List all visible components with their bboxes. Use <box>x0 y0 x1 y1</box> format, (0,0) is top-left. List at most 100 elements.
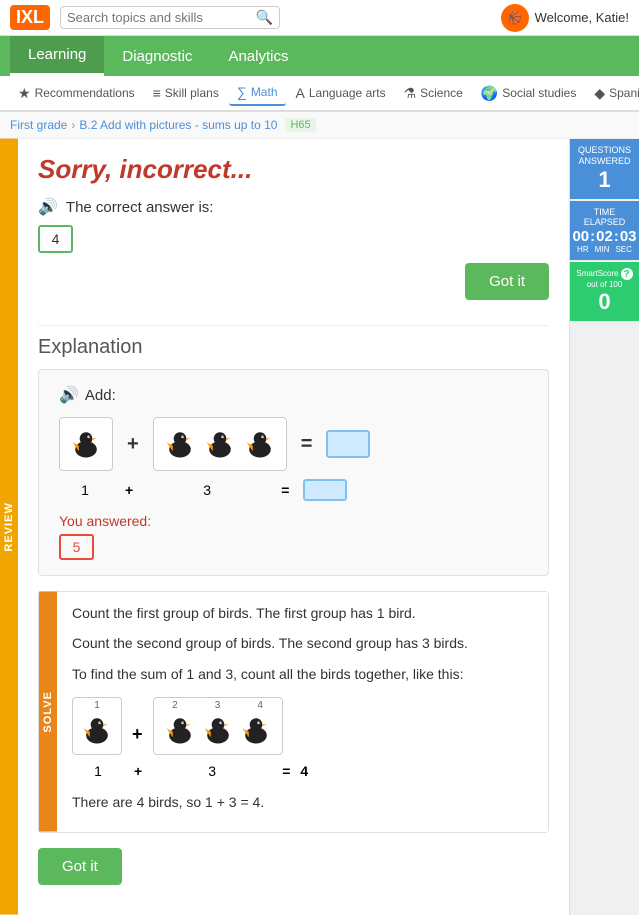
sec-label: SEC <box>615 245 631 254</box>
breadcrumb: First grade › B.2 Add with pictures - su… <box>0 112 639 139</box>
count-equals: = <box>281 482 289 498</box>
subject-tab-label: Skill plans <box>165 86 219 100</box>
speaker-icon[interactable]: 🔊 <box>38 197 58 217</box>
bird-num-3: 3 <box>215 700 221 711</box>
breadcrumb-skill-name[interactable]: B.2 Add with pictures - sums up to 10 <box>79 118 277 132</box>
your-answer-value: 5 <box>59 534 94 560</box>
count-eq-equals: = <box>282 763 290 779</box>
counting-birds-row: 1 + <box>72 697 533 755</box>
smart-score-box: SmartScore ? out of 100 0 <box>570 262 639 321</box>
you-answered-section: You answered: 5 <box>59 513 528 560</box>
avatar: 🏀 <box>501 4 529 32</box>
breadcrumb-separator: › <box>71 118 75 132</box>
main-area: review Sorry, incorrect... 🔊 The correct… <box>0 139 639 915</box>
search-icon: 🔍 <box>256 9 273 26</box>
smart-score-header: SmartScore ? <box>574 268 635 280</box>
right-panel: Questions answered 1 Time elapsed 00 : 0… <box>569 139 639 915</box>
correct-answer-value: 4 <box>38 225 73 253</box>
header-right: 🏀 Welcome, Katie! <box>501 4 629 32</box>
time-unit-labels: HR MIN SEC <box>574 245 635 254</box>
bird-number-1: 1 <box>94 700 100 711</box>
time-sep1: : <box>590 228 595 245</box>
skill-plans-icon: ≡ <box>153 85 161 101</box>
bird-numbers-row: 2 3 4 <box>154 700 282 711</box>
subject-tab-language-arts[interactable]: A Language arts <box>288 81 394 105</box>
content-area: Sorry, incorrect... 🔊 The correct answer… <box>18 139 569 915</box>
bird-2a <box>162 426 198 462</box>
math-icon: ∑ <box>237 84 247 100</box>
count-1: 1 <box>59 482 111 498</box>
time-sec: 03 <box>620 228 637 245</box>
questions-answered-label: Questions answered <box>574 145 635 167</box>
subject-tab-science[interactable]: ⚗ Science <box>396 81 471 106</box>
min-label: MIN <box>595 245 610 254</box>
hr-label: HR <box>577 245 589 254</box>
you-answered-label: You answered: <box>59 513 528 529</box>
count-row: 1 + 3 = <box>59 479 528 501</box>
bird-group-1 <box>59 417 113 471</box>
subject-tabs: ★ Recommendations ≡ Skill plans ∑ Math A… <box>0 76 639 112</box>
recommendations-icon: ★ <box>18 85 31 102</box>
counting-bird-box-2: 2 3 4 <box>153 697 283 755</box>
breadcrumb-grade[interactable]: First grade <box>10 118 67 132</box>
subject-tab-math[interactable]: ∑ Math <box>229 80 286 106</box>
ixl-logo[interactable]: IXL <box>10 5 50 30</box>
incorrect-message: Sorry, incorrect... <box>38 154 549 185</box>
add-label: 🔊 Add: <box>59 385 528 405</box>
header: IXL 🔍 🏀 Welcome, Katie! <box>0 0 639 36</box>
final-explanation-text: There are 4 birds, so 1 + 3 = 4. <box>72 791 533 813</box>
tab-learning[interactable]: Learning <box>10 36 104 76</box>
subject-tab-label: Math <box>251 85 278 99</box>
counting-bird-box-1: 1 <box>72 697 122 755</box>
social-studies-icon: 🌍 <box>481 85 498 102</box>
bird-num-2: 2 <box>172 700 178 711</box>
breadcrumb-skill-code: H65 <box>285 118 315 132</box>
tab-diagnostic[interactable]: Diagnostic <box>104 36 210 76</box>
solve-section: solve Count the first group of birds. Th… <box>38 591 549 833</box>
subject-tab-recommendations[interactable]: ★ Recommendations <box>10 81 143 106</box>
problem-area: 🔊 Add: + <box>38 369 549 576</box>
nav-tabs: Learning Diagnostic Analytics <box>0 36 639 76</box>
questions-answered-box: Questions answered 1 <box>570 139 639 199</box>
add-text: Add: <box>85 387 116 404</box>
bird-group-2 <box>153 417 287 471</box>
count-eq-3: 3 <box>152 763 272 779</box>
subject-tab-label: Social studies <box>502 86 576 100</box>
review-label: review <box>0 139 18 915</box>
subject-tab-label: Science <box>420 86 463 100</box>
counting-bird-2b <box>200 712 236 748</box>
birds-equation-row: + <box>59 417 528 471</box>
equals-sign: = <box>301 433 313 456</box>
time-display: 00 : 02 : 03 <box>574 228 635 245</box>
got-it-button[interactable]: Got it <box>465 263 549 300</box>
subject-tab-spanish[interactable]: ◆ Spanish <box>586 81 639 106</box>
count-plus: + <box>125 482 133 498</box>
search-input[interactable] <box>67 10 252 25</box>
welcome-text: Welcome, Katie! <box>535 10 629 25</box>
search-bar[interactable]: 🔍 <box>60 6 280 29</box>
correct-answer-label: The correct answer is: <box>66 199 214 216</box>
language-arts-icon: A <box>296 85 305 101</box>
solve-content: Count the first group of birds. The firs… <box>57 592 548 832</box>
subject-tab-social-studies[interactable]: 🌍 Social studies <box>473 81 584 106</box>
counting-visual: 1 + <box>72 697 533 779</box>
counting-bird-1 <box>79 712 115 748</box>
bird-num-4: 4 <box>257 700 263 711</box>
add-speaker-icon[interactable]: 🔊 <box>59 385 79 405</box>
bottom-got-it-container: Got it <box>38 848 549 885</box>
counting-bird-2a <box>162 712 198 748</box>
time-min: 02 <box>596 228 613 245</box>
tab-analytics[interactable]: Analytics <box>210 36 306 76</box>
answer-blank <box>326 430 370 458</box>
count-eq-1: 1 <box>72 763 124 779</box>
time-elapsed-box: Time elapsed 00 : 02 : 03 HR MIN SEC <box>570 201 639 261</box>
counting-group-1: 1 <box>72 697 122 755</box>
bottom-got-it-button[interactable]: Got it <box>38 848 122 885</box>
got-it-container: Got it <box>38 263 549 310</box>
counting-group-2: 2 3 4 <box>153 697 283 755</box>
science-icon: ⚗ <box>404 85 417 102</box>
subject-tab-skill-plans[interactable]: ≡ Skill plans <box>145 81 227 105</box>
solve-label: solve <box>39 592 57 832</box>
operator-plus: + <box>127 433 139 456</box>
smart-score-info-icon[interactable]: ? <box>621 268 633 280</box>
